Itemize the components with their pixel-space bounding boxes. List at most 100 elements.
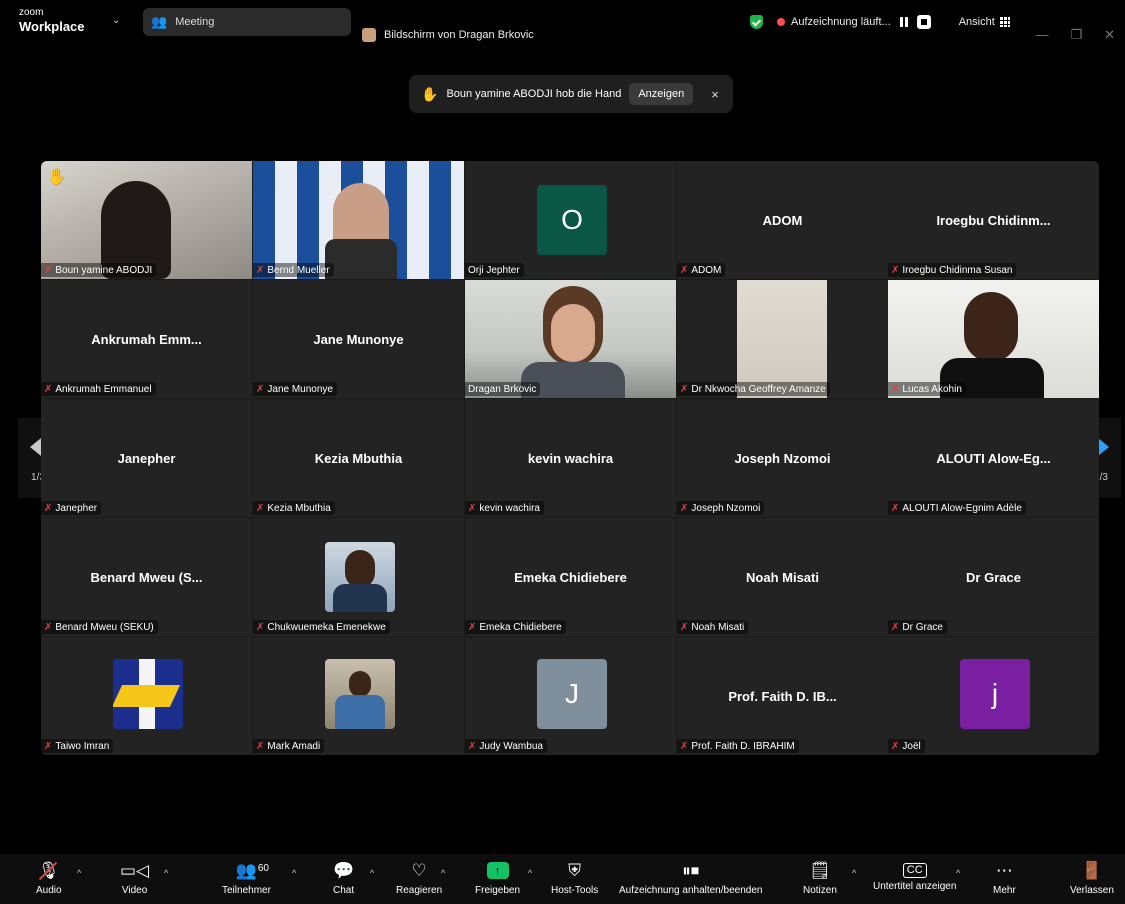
participant-tile[interactable]: Kezia Mbuthia ✗ Kezia Mbuthia [253,399,464,517]
photo-suit [333,584,387,612]
close-notification-icon[interactable]: × [711,87,719,102]
participant-tile[interactable]: Benard Mweu (S... ✗ Benard Mweu (SEKU) [41,518,252,636]
participant-tile[interactable]: Emeka Chidiebere ✗ Emeka Chidiebere [465,518,676,636]
participant-tile[interactable]: Prof. Faith D. IB... ✗ Prof. Faith D. IBR… [677,637,888,755]
participant-name: ✗ Prof. Faith D. IBRAHIM [677,739,799,753]
participant-label: Joël [902,740,921,752]
participant-label: Dr Grace [902,621,943,633]
share-button[interactable]: ↑ Freigeben [475,860,520,896]
participant-tile[interactable]: ALOUTI Alow-Eg... ✗ ALOUTI Alow-Egnim Adè… [888,399,1099,517]
participants-button[interactable]: 👥 60 Teilnehmer [222,860,271,896]
audio-options-chevron-icon[interactable]: ^ [77,868,81,878]
pause-recording-icon[interactable] [897,15,911,29]
mic-muted-icon: ✗ [680,383,689,395]
participant-tile[interactable]: ✗ Taiwo Imran [41,637,252,755]
participants-options-chevron-icon[interactable]: ^ [292,868,296,878]
recording-control-button[interactable]: ⏸⏹ Aufzeichnung anhalten/beenden [619,860,762,896]
notes-label: Notizen [803,885,837,896]
participant-tile[interactable]: Iroegbu Chidinm... ✗ Iroegbu Chidinma Sus… [888,161,1099,279]
gallery-view: ✋ ✗ Boun yamine ABODJI ✗ Bernd Mueller O O… [41,161,1099,755]
participant-label: Dragan Brkovic [468,383,537,395]
participant-label: Noah Misati [691,621,745,633]
participant-tile[interactable]: J ✗ Judy Wambua [465,637,676,755]
view-button[interactable]: Ansicht [959,16,1010,28]
audio-button[interactable]: 🎙 Audio [36,860,62,896]
chevron-down-icon[interactable]: ⌄ [112,15,120,26]
participant-tile[interactable]: Jane Munonye ✗ Jane Munonye [253,280,464,398]
participant-avatar: O [537,185,607,255]
participant-tile[interactable]: Dr Grace ✗ Dr Grace [888,518,1099,636]
mic-muted-icon: ✗ [468,502,477,514]
screen-share-indicator[interactable]: Bildschirm von Dragan Brkovic [362,28,534,42]
grid-icon [999,17,1010,27]
participant-tile[interactable]: ADOM ✗ ADOM [677,161,888,279]
mic-muted-icon: ✗ [256,383,265,395]
participant-tile[interactable]: kevin wachira ✗ kevin wachira [465,399,676,517]
video-camera-icon: ▭◁ [120,861,150,880]
minimize-icon[interactable]: — [1035,27,1048,43]
window-controls: — ❐ ✕ [1035,27,1115,43]
react-button[interactable]: ♡ Reagieren [396,860,442,896]
host-tools-button[interactable]: ⛨ Host-Tools [551,860,598,896]
participant-tile[interactable]: ✋ ✗ Boun yamine ABODJI [41,161,252,279]
participant-tile[interactable]: ✗ Lucas Akohin [888,280,1099,398]
video-button[interactable]: ▭◁ Video [120,860,149,896]
participant-label: kevin wachira [479,502,540,514]
captions-button[interactable]: CC Untertitel anzeigen [873,860,956,892]
participant-label: Kezia Mbuthia [267,502,331,514]
participant-name: ✗ Joël [888,739,925,753]
mic-muted-icon: ✗ [680,740,689,752]
stop-recording-icon[interactable] [916,15,931,29]
participant-tile[interactable]: ✗ Mark Amadi [253,637,464,755]
participant-label: Benard Mweu (SEKU) [55,621,154,633]
mic-muted-icon: 🎙 [38,860,60,882]
participant-tile[interactable]: Noah Misati ✗ Noah Misati [677,518,888,636]
participant-tile[interactable]: ✗ Bernd Mueller [253,161,464,279]
participant-name: ✗ Kezia Mbuthia [253,501,335,515]
notes-options-chevron-icon[interactable]: ^ [852,868,856,878]
participant-tile[interactable]: Joseph Nzomoi ✗ Joseph Nzomoi [677,399,888,517]
photo-face [345,550,375,588]
pause-stop-recording-icon: ⏸⏹ [682,861,700,880]
notes-icon: 🗒 [809,861,831,880]
mic-muted-icon: ✗ [256,740,265,752]
mic-muted-icon: ✗ [891,502,900,514]
security-shield-icon[interactable] [750,15,763,29]
host-tools-label: Host-Tools [551,885,599,896]
share-label: Freigeben [475,885,521,896]
show-button[interactable]: Anzeigen [629,83,694,105]
share-label: Bildschirm von Dragan Brkovic [384,29,534,41]
leave-button[interactable]: 🚪 Verlassen [1070,860,1114,896]
top-right-controls: Aufzeichnung läuft... Ansicht [750,15,1010,29]
meeting-toolbar: 🎙 Audio ^ ▭◁ Video ^ 👥60 Teilnehmer ^ 💬 … [0,854,1125,904]
participant-label: Mark Amadi [267,740,321,752]
participant-tile[interactable]: ✗ Dr Nkwocha Geoffrey Amanze [677,280,888,398]
raised-hand-icon: ✋ [421,85,439,102]
restore-icon[interactable]: ❐ [1070,27,1082,43]
chat-button[interactable]: 💬 Chat [333,860,354,896]
more-button[interactable]: ⋯ Mehr [993,860,1016,896]
close-icon[interactable]: ✕ [1104,27,1115,43]
share-screen-icon: ↑ [486,860,509,882]
participant-name: ✗ Dr Grace [888,620,947,634]
react-options-chevron-icon[interactable]: ^ [441,868,445,878]
active-speaker-tile[interactable]: Dragan Brkovic [465,280,676,398]
notes-button[interactable]: 🗒 Notizen [803,860,837,896]
captions-options-chevron-icon[interactable]: ^ [956,868,960,878]
photo-arrow [113,685,181,707]
participant-tile[interactable]: Janepher ✗ Janepher [41,399,252,517]
share-options-chevron-icon[interactable]: ^ [528,868,532,878]
mic-muted-icon: ✗ [680,264,689,276]
video-options-chevron-icon[interactable]: ^ [164,868,168,878]
participant-display-name: kevin wachira [527,451,614,466]
chat-options-chevron-icon[interactable]: ^ [370,868,374,878]
sharer-avatar [362,28,376,42]
closed-captions-icon: CC [902,863,927,878]
participant-tile[interactable]: Ankrumah Emm... ✗ Ankrumah Emmanuel [41,280,252,398]
participant-photo [325,542,395,612]
heart-icon: ♡ [411,861,427,880]
participant-tile[interactable]: ✗ Chukwuemeka Emenekwe [253,518,464,636]
meeting-tab[interactable]: 👥 Meeting [143,8,351,36]
participant-tile[interactable]: j ✗ Joël [888,637,1099,755]
participant-tile[interactable]: O Orji Jephter [465,161,676,279]
